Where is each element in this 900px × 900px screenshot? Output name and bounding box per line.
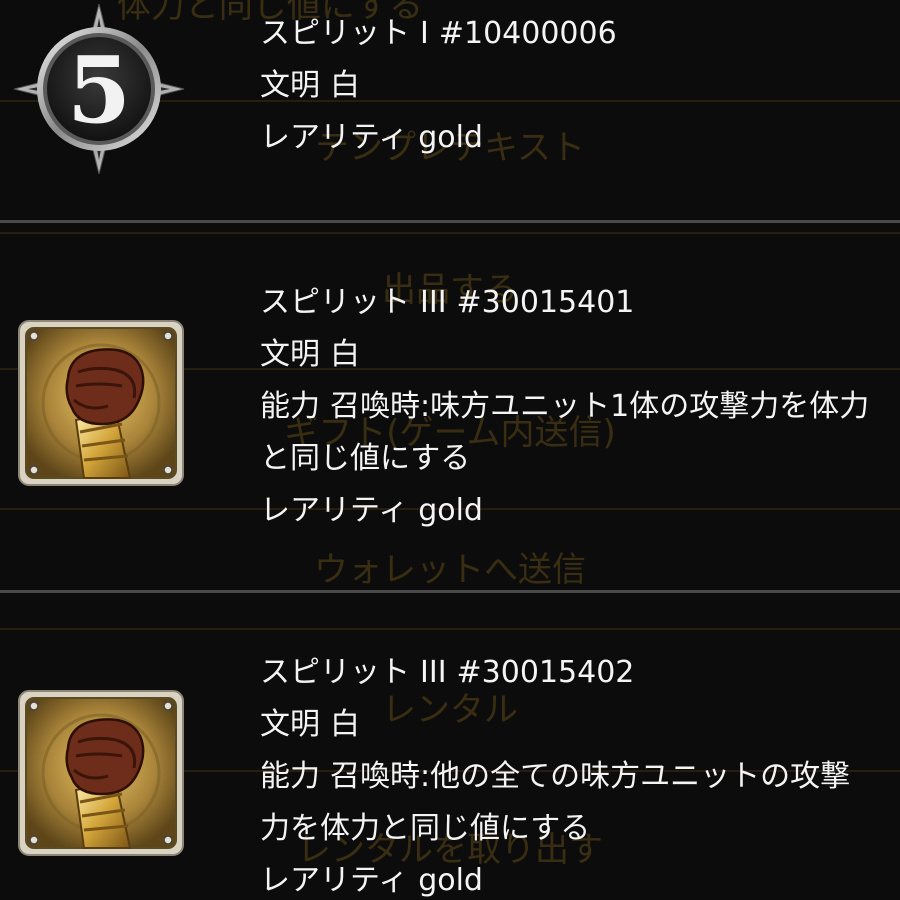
- card-list-item[interactable]: スピリット III #30015402 文明白 能力 召喚時:他の全ての味方ユニットの…: [0, 593, 900, 900]
- ability-label: 能力: [260, 759, 320, 794]
- card-details: スピリット III #30015402 文明白 能力 召喚時:他の全ての味方ユニットの…: [260, 647, 870, 900]
- civilization-value: 白: [330, 707, 360, 742]
- card-type: スピリット: [260, 16, 410, 51]
- ability-line: 能力 召喚時:他の全ての味方ユニットの攻撃力を体力と同じ値にする: [260, 751, 870, 855]
- rarity-line: レアリティ gold: [260, 112, 870, 164]
- card-list-item[interactable]: 5 スピリット I #10400006 文明白 レアリティ gold: [0, 0, 900, 222]
- card-id: #30015402: [456, 655, 635, 690]
- ability-value: 召喚時:他の全ての味方ユニットの攻撃力を体力と同じ値にする: [260, 759, 851, 846]
- list-divider: [0, 590, 900, 593]
- card-name-line: スピリット III #30015402: [260, 647, 870, 699]
- rarity-value: gold: [418, 493, 483, 528]
- card-details: スピリット III #30015401 文明白 能力 召喚時:味方ユニット1体の攻撃力…: [260, 277, 870, 537]
- ability-value: 召喚時:味方ユニット1体の攻撃力を体力と同じ値にする: [260, 389, 870, 476]
- card-details: スピリット I #10400006 文明白 レアリティ gold: [260, 8, 870, 164]
- ability-label: 能力: [260, 389, 320, 424]
- civilization-line: 文明白: [260, 329, 870, 381]
- rarity-label: レアリティ: [260, 120, 409, 155]
- card-id: #10400006: [438, 16, 617, 51]
- card-type: スピリット: [260, 285, 410, 320]
- card-tier: III: [420, 285, 447, 320]
- civilization-label: 文明: [260, 707, 320, 742]
- civilization-value: 白: [330, 68, 360, 103]
- card-id: #30015401: [456, 285, 635, 320]
- card-name-line: スピリット III #30015401: [260, 277, 870, 329]
- card-type: スピリット: [260, 655, 410, 690]
- number-5-medallion-icon: 5: [10, 0, 188, 178]
- civilization-line: 文明白: [260, 60, 870, 112]
- rarity-label: レアリティ: [260, 863, 409, 898]
- civilization-label: 文明: [260, 337, 320, 372]
- badge-number: 5: [67, 36, 131, 144]
- civilization-label: 文明: [260, 68, 320, 103]
- card-tier: I: [420, 16, 429, 51]
- ability-line: 能力 召喚時:味方ユニット1体の攻撃力を体力と同じ値にする: [260, 381, 870, 485]
- card-name-line: スピリット I #10400006: [260, 8, 870, 60]
- raised-fist-icon: [18, 320, 184, 486]
- rarity-value: gold: [418, 120, 483, 155]
- rarity-value: gold: [418, 863, 483, 898]
- civilization-value: 白: [330, 337, 360, 372]
- card-list-screen: 体力と同じ値にする テンプレテキスト 出品する ギフト(ゲーム内送信) ウォレッ…: [0, 0, 900, 900]
- rarity-line: レアリティ gold: [260, 485, 870, 537]
- raised-fist-icon: [18, 690, 184, 856]
- card-list-item[interactable]: スピリット III #30015401 文明白 能力 召喚時:味方ユニット1体の攻撃力…: [0, 223, 900, 590]
- rarity-line: レアリティ gold: [260, 855, 870, 900]
- card-tier: III: [420, 655, 447, 690]
- rarity-label: レアリティ: [260, 493, 409, 528]
- civilization-line: 文明白: [260, 699, 870, 751]
- list-divider: [0, 220, 900, 223]
